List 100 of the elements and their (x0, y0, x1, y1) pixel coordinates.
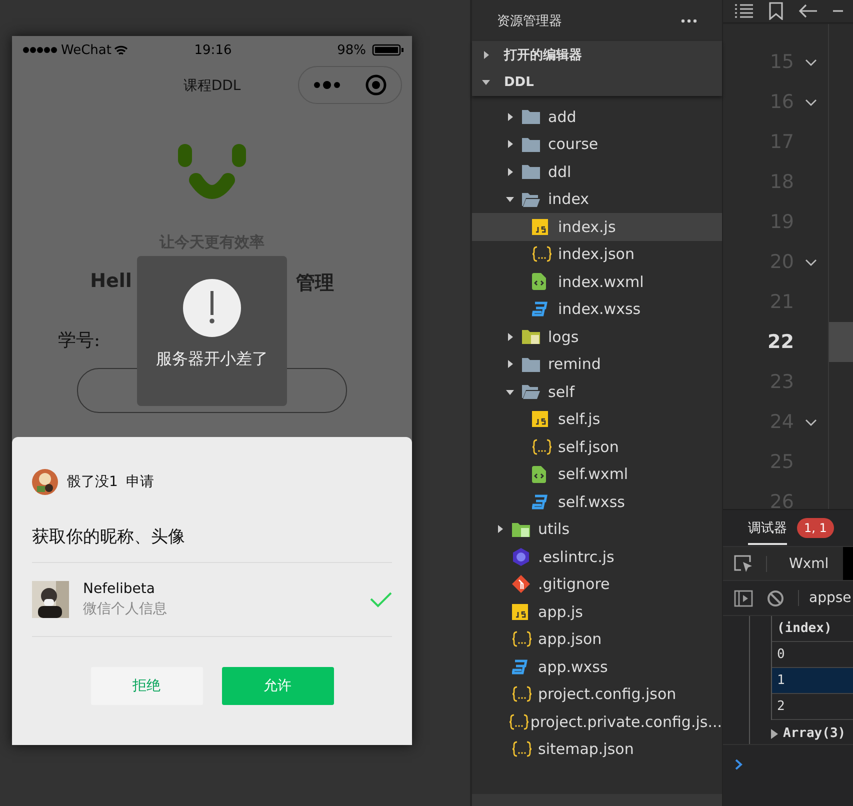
debugger-tab[interactable]: 调试器 (748, 511, 787, 545)
section-header[interactable]: 打开的编辑器 (472, 41, 722, 68)
caret-right-icon[interactable] (482, 50, 490, 59)
section-header[interactable]: DDL (472, 68, 722, 96)
tree-item[interactable]: index.wxss (472, 296, 722, 323)
tree-item[interactable]: index (472, 186, 722, 213)
js-file-icon (532, 218, 548, 235)
folder-icon (522, 164, 540, 180)
tree-item[interactable]: index.js (472, 213, 722, 240)
list-icon[interactable] (735, 4, 753, 18)
folder-icon (522, 109, 540, 124)
filter-field[interactable]: appse (798, 590, 852, 606)
tree-item[interactable]: remind (472, 350, 722, 378)
tree-item[interactable]: self.json (472, 433, 722, 460)
signal-icon (22, 46, 58, 54)
fold-chevron-icon[interactable] (805, 58, 817, 66)
css-file-icon (532, 494, 548, 510)
dark-panel (842, 547, 853, 580)
tree-item[interactable]: course (472, 130, 722, 158)
tree-item[interactable]: .eslintrc.js (472, 543, 722, 570)
table-header: (index) (772, 616, 853, 642)
folder-icon (522, 356, 540, 372)
tree-item[interactable]: index.wxml (472, 268, 722, 296)
tree-item[interactable]: ddl (472, 158, 722, 186)
caret-down-icon[interactable] (482, 78, 490, 86)
caret-right-icon[interactable] (506, 168, 514, 176)
clear-console-icon[interactable] (767, 590, 784, 606)
tree-item[interactable]: project.private.config.js... (472, 708, 722, 736)
tree-item[interactable]: self.wxml (472, 460, 722, 488)
battery-percent: 98% (337, 42, 366, 58)
inspect-icon[interactable] (734, 554, 754, 572)
caret-right-icon[interactable] (506, 112, 514, 121)
json-file-icon (532, 246, 552, 262)
tree-item[interactable]: .gitignore (472, 570, 722, 598)
tree-item[interactable]: app.js (472, 598, 722, 626)
tree-item[interactable]: sitemap.json (472, 736, 722, 763)
account-subtitle: 微信个人信息 (83, 600, 168, 618)
json-file-icon (532, 438, 552, 455)
status-time: 19:16 (194, 42, 232, 58)
app-avatar (32, 469, 58, 495)
json-file-icon (512, 686, 532, 702)
bookmark-icon[interactable] (769, 2, 783, 20)
prompt-icon (735, 759, 743, 770)
more-icon[interactable] (313, 80, 341, 90)
code-file-icon (532, 273, 546, 290)
table-cell: 2 (772, 694, 853, 720)
warning-icon (183, 278, 241, 336)
tree-item[interactable]: utils (472, 516, 722, 543)
toast-message: 服务器开小差了 (156, 348, 268, 370)
tree-item[interactable]: app.wxss (472, 653, 722, 680)
css-file-icon (512, 658, 528, 675)
fold-chevron-icon[interactable] (805, 98, 817, 106)
folder-icon (522, 329, 540, 344)
git-icon (512, 575, 530, 594)
array-summary[interactable]: Array(3) (783, 726, 846, 741)
json-file-icon (512, 631, 532, 648)
current-line-highlight (829, 322, 853, 362)
tree-item[interactable]: app.json (472, 626, 722, 653)
js-file-icon (512, 604, 528, 620)
panel-title: 资源管理器 (497, 12, 562, 30)
tree-item[interactable]: logs (472, 323, 722, 350)
app-name: 骰了没1 (67, 473, 118, 491)
folder-icon (522, 192, 540, 207)
caret-right-icon[interactable] (506, 140, 514, 148)
json-file-icon (509, 714, 530, 730)
fold-chevron-icon[interactable] (805, 258, 817, 266)
json-file-icon (512, 741, 532, 758)
carrier-label: WeChat (61, 42, 112, 58)
folder-icon (522, 136, 540, 152)
tree-item[interactable]: index.json (472, 240, 722, 268)
tree-item[interactable]: self.js (472, 406, 722, 433)
caret-right-icon[interactable] (496, 525, 504, 534)
caret-down-icon[interactable] (506, 195, 514, 204)
fold-chevron-icon[interactable] (805, 418, 817, 426)
request-action: 申请 (126, 473, 154, 491)
back-arrow-icon[interactable] (799, 4, 817, 18)
page-title: 课程DDL (183, 77, 241, 95)
folder-icon (522, 384, 540, 400)
folder-icon (512, 522, 530, 537)
tree-item[interactable]: project.config.json (472, 680, 722, 708)
caret-right-icon[interactable] (506, 332, 514, 341)
close-icon[interactable] (365, 74, 387, 96)
error-badge: 1, 1 (797, 518, 834, 538)
tree-item[interactable]: self (472, 378, 722, 406)
more-icon[interactable] (681, 18, 697, 22)
heading-text: Hell (90, 270, 132, 294)
tree-item[interactable]: add (472, 103, 722, 130)
caret-down-icon[interactable] (506, 388, 514, 396)
expand-icon[interactable] (771, 728, 779, 738)
field-label: 学号: (58, 329, 100, 352)
caret-right-icon[interactable] (506, 360, 514, 368)
js-file-icon (532, 411, 548, 428)
battery-icon (372, 44, 404, 56)
capsule-menu[interactable] (298, 66, 402, 104)
heading-text: 管理 (296, 271, 334, 296)
tree-item[interactable]: self.wxss (472, 488, 722, 516)
sidebar-toggle-icon[interactable] (734, 590, 753, 606)
account-option[interactable]: Nefelibeta 微信个人信息 (32, 563, 392, 637)
request-title: 获取你的昵称、头像 (32, 525, 392, 563)
line-number: 22 (766, 331, 794, 353)
